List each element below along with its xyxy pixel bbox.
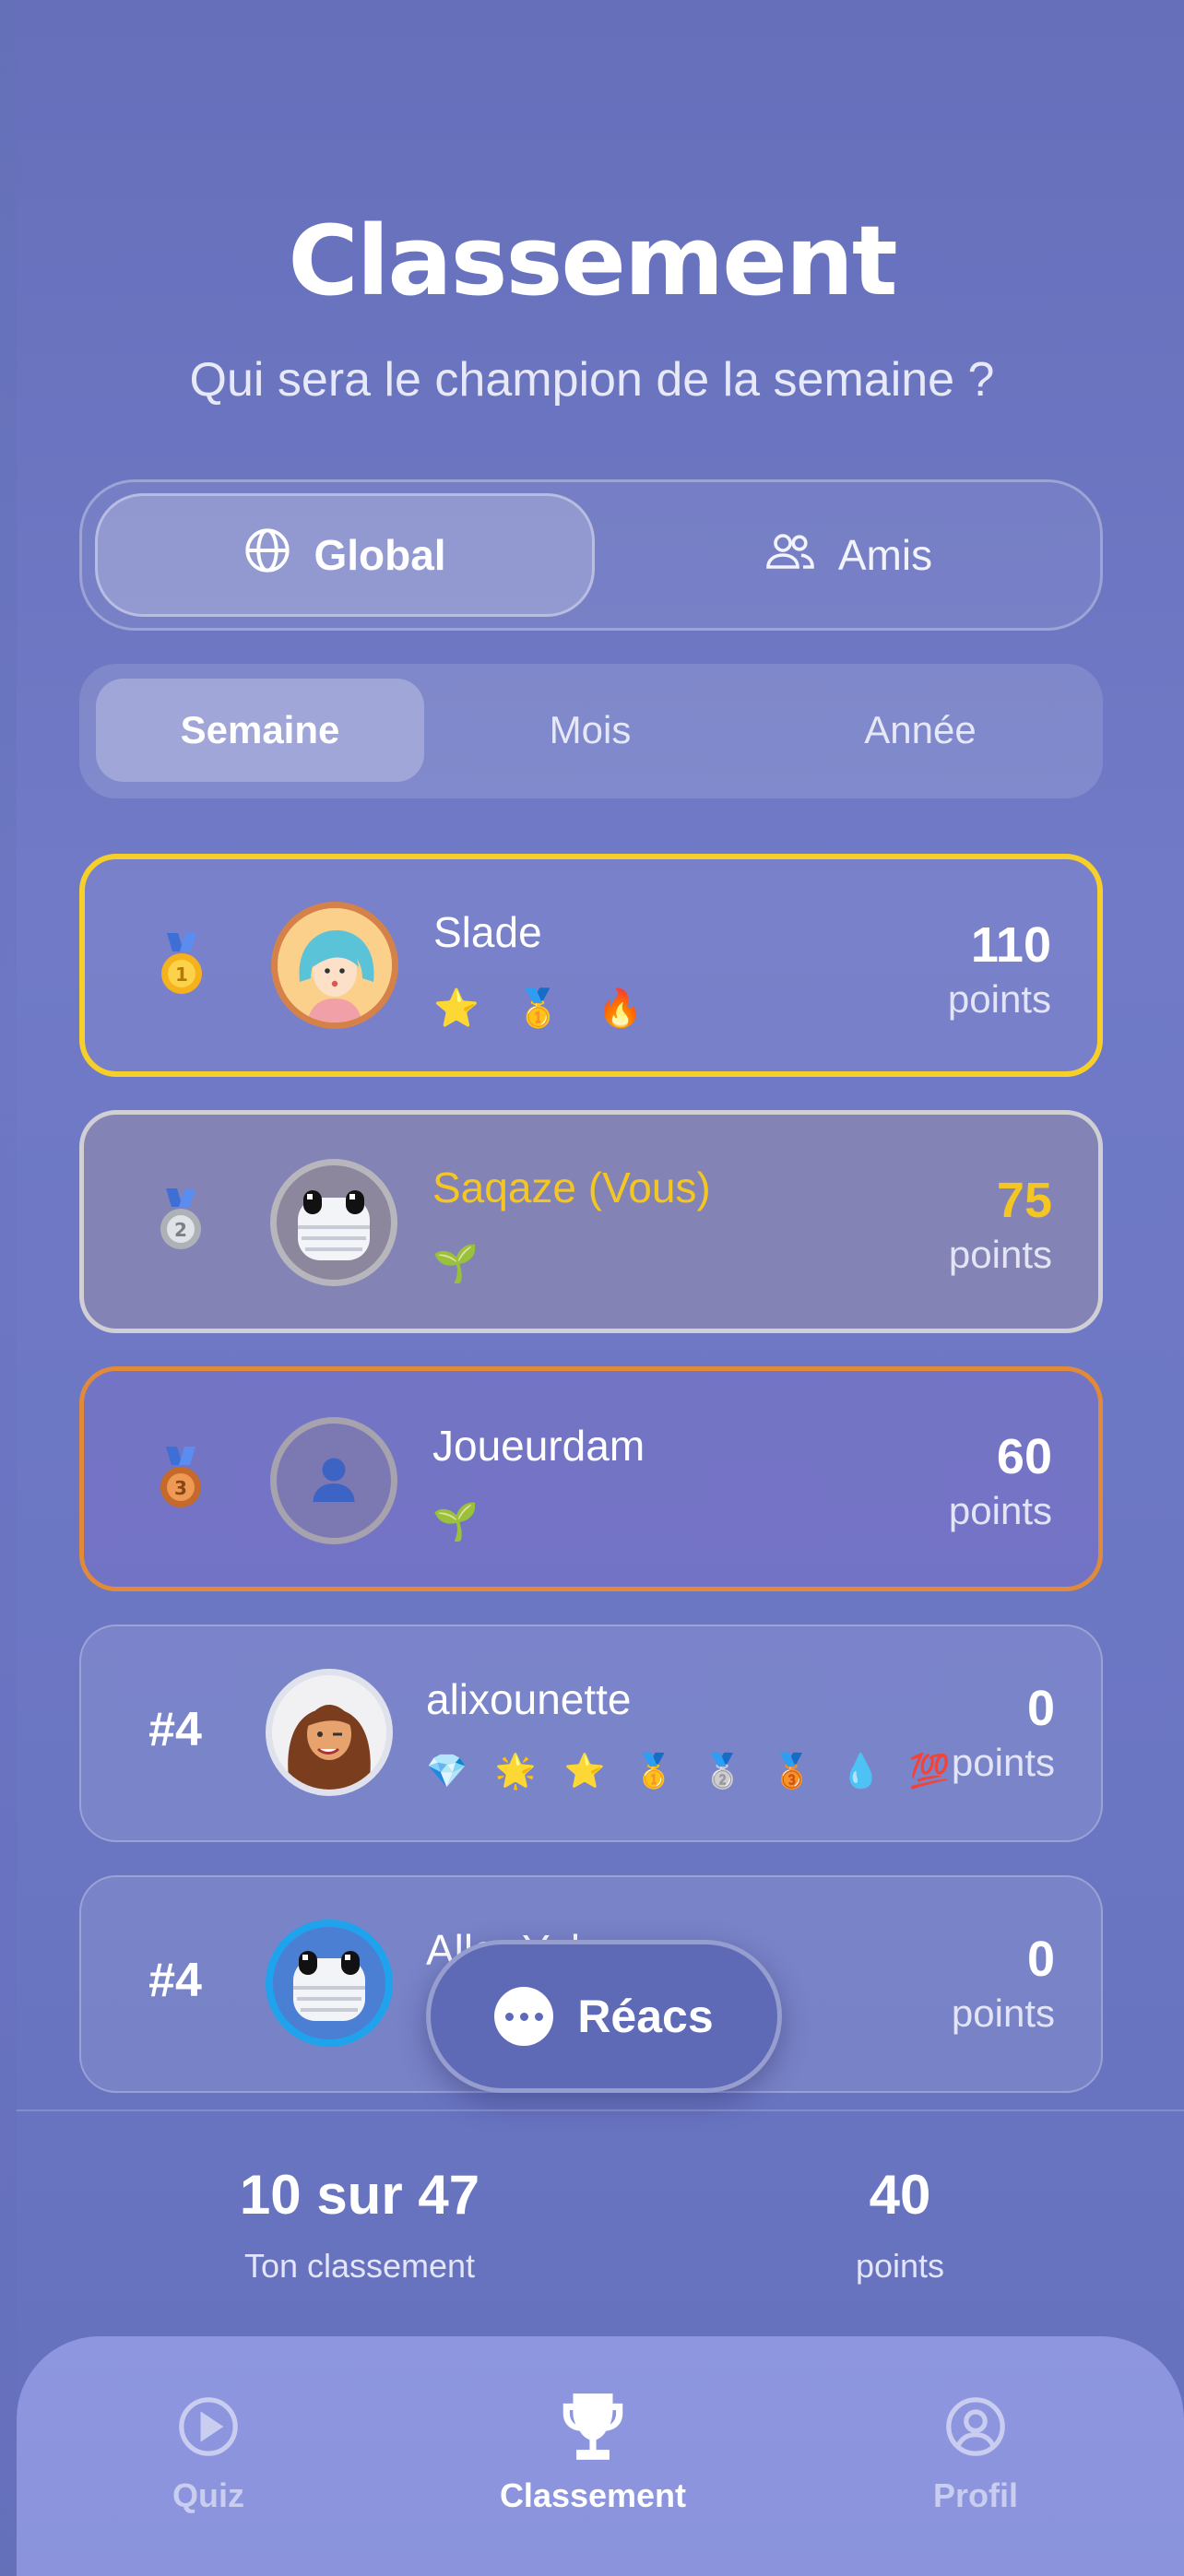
tab-year[interactable]: Année xyxy=(756,679,1084,782)
tab-leaderboard-label: Classement xyxy=(499,2476,687,2514)
user-rank-stat: 10 sur 47 Ton classement xyxy=(175,2163,544,2286)
profile-icon xyxy=(865,2390,1086,2464)
points-label: points xyxy=(948,1233,1052,1276)
user-rank-label: Ton classement xyxy=(243,2247,476,2285)
period-selector: Semaine Mois Année xyxy=(79,664,1103,798)
tab-friends-label: Amis xyxy=(837,531,933,579)
play-icon xyxy=(98,2390,319,2464)
svg-text:2: 2 xyxy=(174,1219,187,1241)
user-points-label: points xyxy=(855,2247,945,2285)
points-value: 110 xyxy=(970,917,1051,973)
leaderboard-row-4[interactable]: #4 alixounette 💎 🌟 ⭐ 🥇 🥈 🥉 💧 💯 0 points xyxy=(79,1625,1103,1842)
player-name: Joueurdam xyxy=(432,1422,645,1470)
tab-leaderboard[interactable]: Classement xyxy=(482,2390,704,2515)
points-value: 0 xyxy=(1026,1681,1055,1736)
avatar xyxy=(271,902,398,1029)
default-user-icon xyxy=(306,1451,361,1511)
tab-friends[interactable]: Amis xyxy=(598,493,1098,617)
points-label: points xyxy=(951,1741,1055,1784)
player-name: Saqaze (Vous) xyxy=(432,1164,711,1211)
chat-bubble-icon xyxy=(494,1987,554,2046)
avatar xyxy=(266,1920,393,2047)
player-name: alixounette xyxy=(426,1675,632,1723)
rank-label: #4 xyxy=(148,1703,202,1756)
tab-global-label: Global xyxy=(314,531,446,579)
user-rank-value: 10 sur 47 xyxy=(239,2164,480,2226)
svg-text:3: 3 xyxy=(174,1477,187,1499)
leaderboard-row-3[interactable]: 3 Joueurdam 🌱 60 points xyxy=(79,1366,1103,1591)
avatar xyxy=(270,1159,397,1286)
points-value: 60 xyxy=(996,1429,1052,1484)
points-label: points xyxy=(951,1991,1055,2035)
reactions-button[interactable]: Réacs xyxy=(426,1940,782,2093)
gold-medal-icon: 1 xyxy=(140,933,223,1010)
leaderboard-row-current-user[interactable]: 2 Saqaze (Vous) 🌱 75 points xyxy=(79,1110,1103,1333)
leaderboard-row-1[interactable]: 1 Slade ⭐ 🥇 🔥 110 points xyxy=(79,854,1103,1077)
tab-quiz[interactable]: Quiz xyxy=(98,2390,319,2515)
divider xyxy=(17,2109,1184,2111)
avatar xyxy=(266,1669,393,1796)
user-points-stat: 40 points xyxy=(762,2163,1038,2286)
player-points: 60 points xyxy=(949,1428,1052,1533)
avatar xyxy=(270,1417,397,1544)
player-name: Slade xyxy=(433,908,542,956)
svg-text:1: 1 xyxy=(175,963,188,986)
page-title: Classement xyxy=(288,205,897,317)
tab-week[interactable]: Semaine xyxy=(96,679,424,782)
player-badges: 💎 🌟 ⭐ 🥇 🥈 🥉 💧 💯 xyxy=(426,1752,960,1790)
points-label: points xyxy=(947,977,1051,1021)
player-points: 0 points xyxy=(952,1931,1055,2036)
points-value: 75 xyxy=(996,1173,1052,1228)
globe-icon xyxy=(243,526,291,585)
tab-global[interactable]: Global xyxy=(95,493,595,617)
points-value: 0 xyxy=(1026,1932,1055,1987)
user-points-value: 40 xyxy=(869,2164,931,2226)
reactions-label: Réacs xyxy=(577,1991,714,2042)
player-badges: 🌱 xyxy=(432,1502,491,1542)
tab-month[interactable]: Mois xyxy=(426,679,754,782)
tab-profile[interactable]: Profil xyxy=(865,2390,1086,2515)
tab-quiz-label: Quiz xyxy=(172,2476,244,2514)
trophy-icon xyxy=(482,2390,704,2464)
tab-profile-label: Profil xyxy=(932,2476,1018,2514)
player-badges: 🌱 xyxy=(432,1244,491,1284)
points-label: points xyxy=(948,1489,1052,1532)
rank-label: #4 xyxy=(148,1954,202,2007)
bottom-tab-bar: Quiz Classement Profil xyxy=(17,2336,1184,2576)
player-points: 110 points xyxy=(948,916,1051,1022)
bronze-medal-icon: 3 xyxy=(139,1447,222,1523)
silver-medal-icon: 2 xyxy=(139,1188,222,1265)
page-subtitle: Qui sera le champion de la semaine ? xyxy=(189,353,995,407)
player-points: 75 points xyxy=(949,1172,1052,1277)
scope-selector: Global Amis xyxy=(79,479,1103,631)
player-badges: ⭐ 🥇 🔥 xyxy=(433,988,657,1029)
users-icon xyxy=(764,528,816,583)
player-points: 0 points xyxy=(952,1680,1055,1785)
